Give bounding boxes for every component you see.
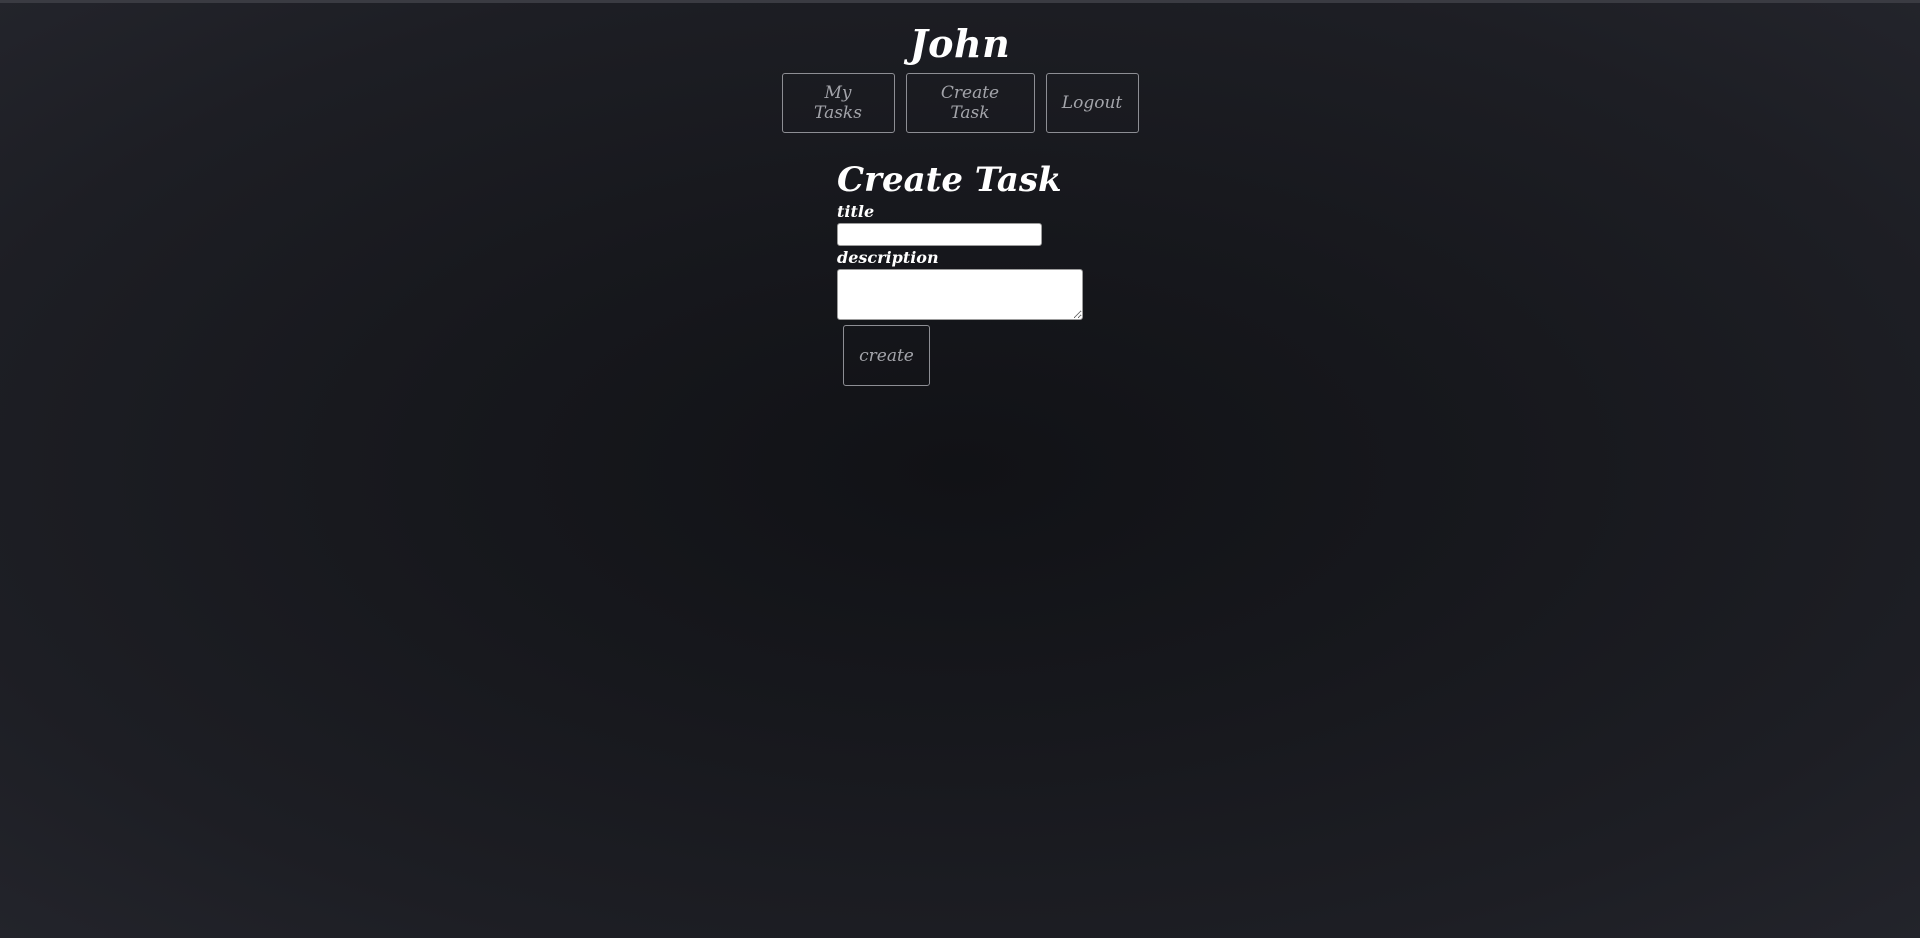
create-task-button[interactable]: Create Task — [905, 73, 1035, 133]
form-heading: Create Task — [837, 160, 1062, 200]
logout-button[interactable]: Logout — [1045, 73, 1139, 133]
description-label: description — [837, 248, 939, 267]
title-label: title — [837, 202, 875, 221]
description-textarea[interactable] — [837, 269, 1083, 320]
user-name-heading: John — [909, 21, 1011, 66]
my-tasks-button[interactable]: My Tasks — [781, 73, 895, 133]
create-task-form: Create Task title description create — [837, 158, 1137, 386]
create-button[interactable]: create — [843, 325, 930, 386]
top-border — [0, 0, 1920, 3]
app-header: John — [0, 18, 1920, 70]
title-input[interactable] — [837, 223, 1042, 246]
main-nav: My Tasks Create Task Logout — [0, 73, 1920, 133]
